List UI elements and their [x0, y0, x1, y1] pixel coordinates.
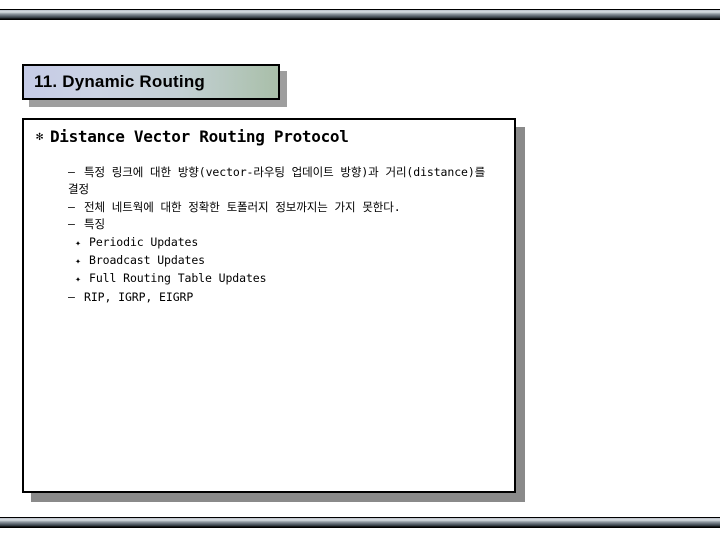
list-item: ✦ Full Routing Table Updates: [68, 270, 508, 288]
dash-bullet-icon: –: [68, 289, 75, 304]
list-item-label: 특정 링크에 대한 방향(vector-라우팅 업데이트 방향)과 거리(dis…: [84, 165, 486, 179]
page-title: 11. Dynamic Routing: [34, 72, 206, 91]
list-item: – 전체 네트웍에 대한 정확한 토폴러지 정보까지는 가지 못한다.: [68, 199, 508, 216]
slide-content-frame: ✻ Distance Vector Routing Protocol – 특정 링크…: [22, 118, 516, 493]
list-item-label: 전체 네트웍에 대한 정확한 토폴러지 정보까지는 가지 못한다.: [84, 199, 401, 214]
flower-bullet-icon: ✦: [75, 256, 81, 268]
flower-bullet-icon: ✦: [75, 237, 81, 249]
list-item: – RIP, IGRP, EIGRP: [68, 289, 508, 306]
list-item: 결정: [68, 181, 508, 198]
dash-bullet-icon: –: [68, 199, 75, 214]
list-item: ✦ Broadcast Updates: [68, 252, 508, 270]
list-item: – 특정 링크에 대한 방향(vector-라우팅 업데이트 방향)과 거리(di…: [68, 164, 508, 181]
flower-bullet-icon: ✦: [75, 274, 81, 286]
list-item: ✦ Periodic Updates: [68, 234, 508, 252]
bullet-list: – 특정 링크에 대한 방향(vector-라우팅 업데이트 방향)과 거리(di…: [68, 164, 508, 306]
top-divider-rule: [0, 9, 720, 20]
dash-bullet-icon: –: [68, 217, 75, 232]
flower-bullet-icon: ✻: [36, 129, 43, 143]
list-item-label: RIP, IGRP, EIGRP: [84, 289, 194, 304]
list-item-label: Broadcast Updates: [89, 253, 206, 268]
list-item-label: Periodic Updates: [89, 234, 199, 249]
dash-bullet-icon: –: [68, 165, 75, 179]
list-item-label: Full Routing Table Updates: [89, 271, 267, 286]
section-heading-label: Distance Vector Routing Protocol: [49, 127, 349, 146]
bottom-divider-rule: [0, 517, 720, 528]
slide-title-plate: 11. Dynamic Routing: [22, 64, 280, 100]
list-item-label: 결정: [68, 182, 89, 197]
section-heading: ✻ Distance Vector Routing Protocol: [36, 127, 349, 146]
list-item: – 특징: [68, 216, 508, 233]
list-item-label: 특징: [84, 217, 105, 232]
